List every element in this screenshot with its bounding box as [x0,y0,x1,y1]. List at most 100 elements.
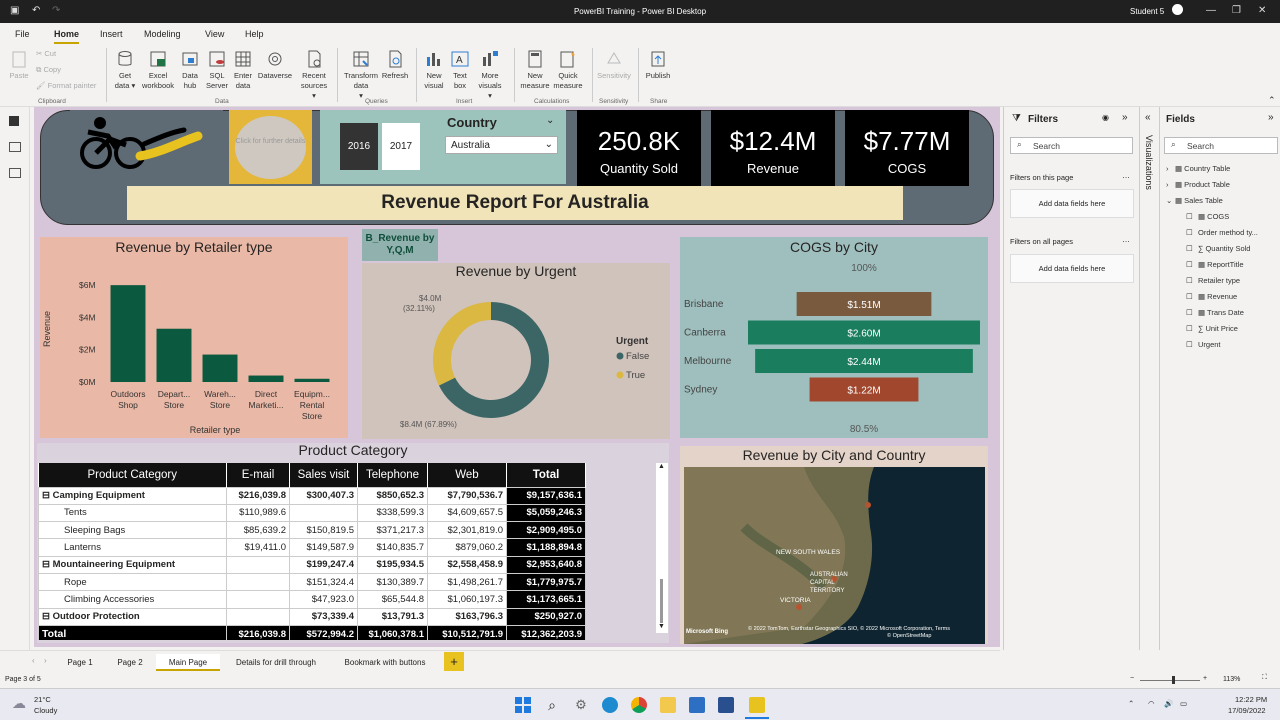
collapse-icon[interactable]: ⊟ [42,611,53,622]
user-name[interactable]: Student 5 [1130,7,1164,16]
enter-data-button[interactable]: Enter data [231,49,255,91]
text-box-button[interactable]: A Text box [449,49,471,91]
tab-file[interactable]: File [15,29,30,39]
collapse-icon[interactable]: ⊟ [42,559,53,570]
eye-icon[interactable]: ◉ [1102,113,1109,122]
collapse-fields-icon[interactable]: » [1268,112,1274,123]
paste-button[interactable]: Paste [6,49,32,81]
chrome-browser-icon[interactable] [631,697,647,713]
copy-button[interactable]: ⧉ Copy [36,65,61,75]
settings-gear-icon[interactable]: ⚙ [573,697,589,713]
collapse-ribbon-icon[interactable]: ⌃ [1268,95,1276,106]
mail-icon[interactable] [689,697,705,713]
cogs-funnel-chart[interactable]: COGS by City 100% Brisbane $1.51M Canberra $… [680,237,988,438]
retailer-bar-chart[interactable]: Revenue by Retailer type $0M $2M $4M $6M Rev… [40,237,348,438]
sensitivity-button[interactable]: Sensitivity [596,49,632,81]
cut-button[interactable]: ✂ Cut [36,49,56,59]
field-item[interactable]: ▦ COGS [1198,212,1229,221]
field-item[interactable]: ▦ ReportTitle [1198,260,1244,269]
search-icon[interactable]: ⌕ [544,697,560,713]
sql-button[interactable]: SQL Server [205,49,229,91]
next-page-icon[interactable]: › [44,656,47,665]
field-checkbox[interactable]: ☐ [1186,228,1193,237]
table-row[interactable]: ⊟ Camping Equipment $216,039.8 $300,407.3 $… [38,486,586,505]
get-data-button[interactable]: Get data ▾ [112,49,138,91]
format-painter-button[interactable]: 🖌 Format painter [36,81,96,91]
page-tab[interactable]: Details for drill through [222,654,330,671]
zoom-level[interactable]: 113% [1223,676,1240,683]
maximize-icon[interactable]: ❐ [1232,5,1241,16]
page-filter-drop-zone[interactable]: Add data fields here [1010,189,1134,218]
table-row[interactable]: Tents $110,989.6 $338,599.3 $4,609,657.5 $5,… [38,503,586,523]
column-header[interactable]: Total [506,463,586,487]
field-item[interactable]: ∑ Quantity Sold [1198,244,1250,253]
page-tab[interactable]: Main Page [156,654,220,671]
tray-chevron-icon[interactable]: ⌃ [1128,699,1134,708]
more-options-icon[interactable]: … [1122,235,1130,244]
volume-icon[interactable]: 🔊 [1164,699,1173,708]
field-table[interactable]: ▦ Country Table [1175,164,1230,173]
refresh-button[interactable]: Refresh [381,49,409,81]
add-page-button[interactable]: + [444,652,464,671]
table-row[interactable]: Lanterns $19,411.0 $149,587.9 $140,835.7 $87… [38,538,586,557]
prev-page-icon[interactable]: ‹ [32,656,35,665]
field-checkbox[interactable]: ☐ [1186,260,1193,269]
field-table[interactable]: ▦ Sales Table [1175,196,1223,205]
page-tab[interactable]: Bookmark with buttons [332,654,438,671]
model-view-icon[interactable] [9,168,21,178]
expand-chevron-icon[interactable]: › [1166,164,1169,173]
clock-time[interactable]: 12:22 PM [1235,695,1267,704]
field-table[interactable]: ▦ Product Table [1175,180,1230,189]
battery-icon[interactable]: ▭ [1180,699,1187,708]
expand-visualizations-icon[interactable]: « [1145,112,1151,123]
more-options-icon[interactable]: … [1122,171,1130,180]
fields-search-input[interactable]: ⌕ Search [1164,137,1278,154]
dataverse-button[interactable]: Dataverse [257,49,293,81]
column-header[interactable]: Web [427,463,507,487]
field-checkbox[interactable]: ☐ [1186,308,1193,317]
column-header[interactable]: E-mail [226,463,290,487]
product-category-matrix[interactable]: Product Category Product Category E-mail S… [37,442,669,643]
zoom-out-icon[interactable]: − [1130,675,1134,682]
field-checkbox[interactable]: ☐ [1186,340,1193,349]
table-row[interactable]: ⊟ Outdoor Protection $73,339.4 $13,791.3 $1… [38,607,586,626]
urgent-donut-chart[interactable]: Revenue by Urgent $4.0M (32.11%) $8.4M (67… [362,263,670,439]
field-item[interactable]: ▦ Trans Date [1198,308,1244,317]
field-item[interactable]: ∑ Unit Price [1198,324,1238,333]
tab-help[interactable]: Help [245,29,264,39]
column-header[interactable]: Product Category [38,463,227,487]
field-checkbox[interactable]: ☐ [1186,292,1193,301]
bookmark-revenue-button[interactable]: B_Revenue by Y,Q,M [362,229,438,261]
close-icon[interactable]: ✕ [1258,5,1266,16]
field-checkbox[interactable]: ☐ [1186,244,1193,253]
minimize-icon[interactable]: — [1206,5,1216,16]
recent-sources-button[interactable]: Recent sources ▾ [296,49,332,101]
transform-data-button[interactable]: Transform data ▾ [342,49,380,101]
tab-home[interactable]: Home [54,29,80,44]
field-checkbox[interactable]: ☐ [1186,276,1193,285]
report-view-icon[interactable] [9,116,19,126]
publish-button[interactable]: Publish [643,49,673,81]
data-view-icon[interactable] [9,142,21,152]
quick-measure-button[interactable]: Quick measure [552,49,584,91]
zoom-slider-thumb[interactable] [1172,676,1175,684]
field-item[interactable]: Order method ty... [1198,228,1258,237]
scroll-down-icon[interactable]: ▼ [658,623,665,630]
network-icon[interactable]: ◠ [1148,699,1155,708]
table-row[interactable]: Total $216,039.8 $572,994.2 $1,060,378.1 $10… [38,624,586,640]
revenue-map[interactable]: Revenue by City and Country NEW SOUTH WA… [680,446,988,644]
windows-start-icon[interactable] [515,697,531,713]
store-icon[interactable] [718,697,734,713]
all-pages-filter-drop-zone[interactable]: Add data fields here [1010,254,1134,283]
column-header[interactable]: Sales visit [289,463,358,487]
excel-button[interactable]: Excel workbook [140,49,176,91]
year-2017-button[interactable]: 2017 [382,123,420,170]
field-item[interactable]: Retailer type [1198,276,1240,285]
expand-chevron-icon[interactable]: › [1166,180,1169,189]
scroll-up-icon[interactable]: ▲ [658,463,665,470]
field-checkbox[interactable]: ☐ [1186,212,1193,221]
new-visual-button[interactable]: New visual [421,49,447,91]
column-header[interactable]: Telephone [357,463,428,487]
tab-view[interactable]: View [205,29,224,39]
tab-insert[interactable]: Insert [100,29,123,39]
